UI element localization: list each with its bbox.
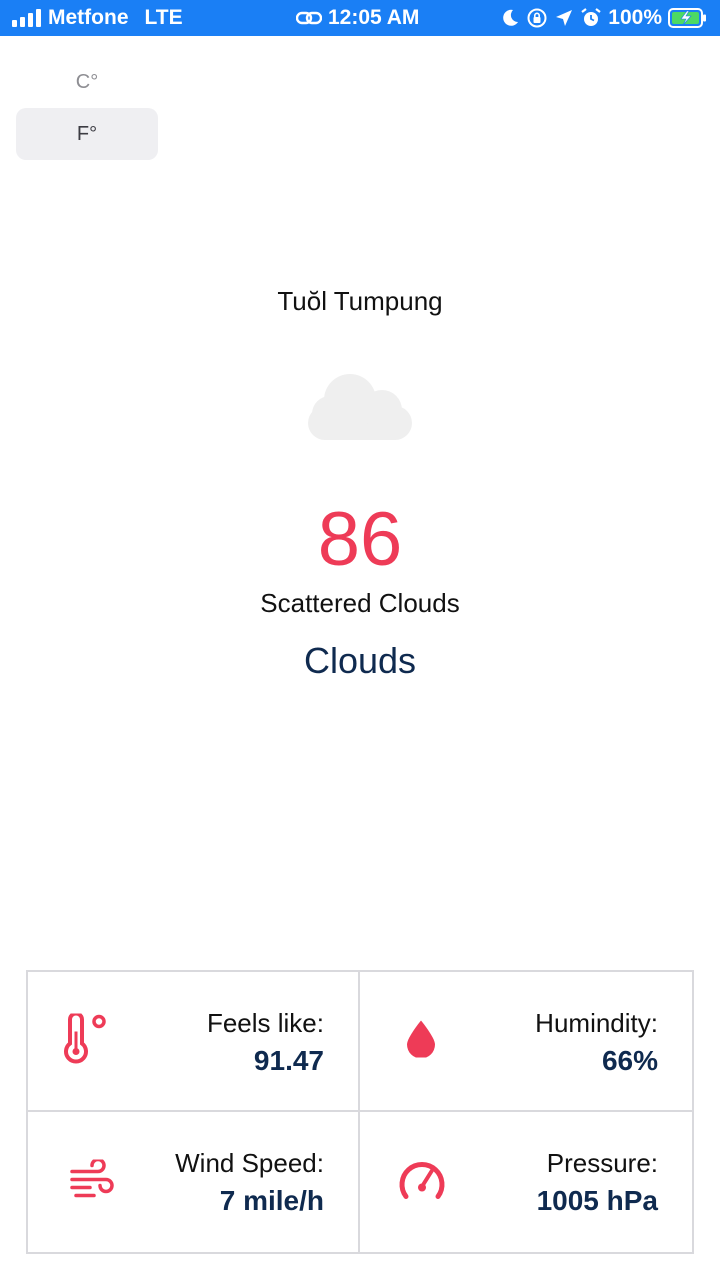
signal-icon [12, 9, 42, 27]
humidity-card: Humindity: 66% [360, 972, 692, 1112]
fahrenheit-button[interactable]: F° [16, 108, 158, 160]
status-left: Metfone LTE [12, 6, 183, 30]
humidity-value: 66% [601, 1045, 658, 1076]
status-center: 12:05 AM [296, 6, 419, 30]
alarm-icon [580, 7, 602, 29]
details-grid: Feels like: 91.47 Humindity: 66% Wind Sp… [26, 970, 694, 1254]
feels-like-label: Feels like: [206, 1008, 324, 1038]
wind-icon [68, 1157, 114, 1205]
temperature-value: 86 [317, 497, 403, 582]
humidity-label: Humindity: [535, 1008, 658, 1038]
status-bar: Metfone LTE 12:05 AM 100% [0, 0, 720, 36]
city-name: Tuŏl Tumpung [277, 286, 443, 316]
celsius-button[interactable]: C° [16, 56, 158, 108]
pressure-text: Pressure: 1005 hPa [537, 1148, 658, 1217]
cloud-icon [306, 370, 416, 447]
clock-time: 12:05 AM [328, 6, 420, 29]
network-type: LTE [144, 6, 183, 29]
pressure-card: Pressure: 1005 hPa [360, 1112, 692, 1252]
status-right: 100% [500, 6, 708, 30]
weather-main: Clouds [303, 640, 417, 681]
humidity-text: Humindity: 66% [535, 1008, 658, 1077]
feels-like-value: 91.47 [253, 1045, 324, 1076]
carrier-name: Metfone [48, 6, 129, 29]
feels-like-card: Feels like: 91.47 [28, 972, 360, 1112]
wind-speed-value: 7 mile/h [219, 1185, 324, 1216]
gauge-icon [398, 1159, 446, 1206]
moon-icon [500, 8, 520, 28]
pressure-label: Pressure: [546, 1148, 658, 1178]
battery-percent: 100% [608, 6, 662, 29]
wind-speed-card: Wind Speed: 7 mile/h [28, 1112, 360, 1252]
battery-charging-icon [668, 8, 708, 28]
thermometer-icon [62, 1011, 110, 1069]
unit-toggle: C° F° [16, 56, 158, 160]
feels-like-text: Feels like: 91.47 [207, 1008, 324, 1077]
wind-speed-text: Wind Speed: 7 mile/h [175, 1148, 324, 1217]
pressure-value: 1005 hPa [536, 1185, 658, 1216]
location-icon [554, 8, 574, 28]
link-icon [296, 9, 322, 27]
drop-icon [406, 1020, 436, 1063]
weather-description: Scattered Clouds [260, 588, 460, 618]
wind-speed-label: Wind Speed: [175, 1148, 324, 1178]
rotation-lock-icon [526, 7, 548, 29]
